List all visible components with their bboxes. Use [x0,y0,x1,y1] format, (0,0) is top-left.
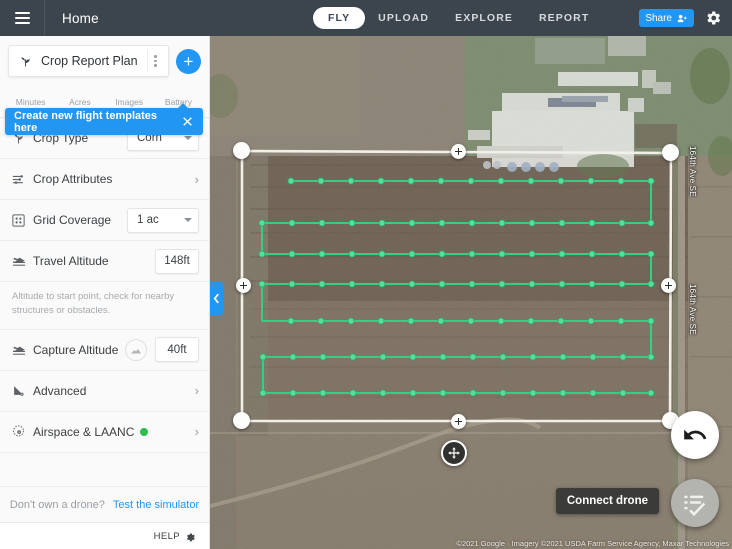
tab-report[interactable]: REPORT [526,7,602,29]
boundary-midpoint-right[interactable] [661,278,676,293]
terrain-follow-toggle[interactable] [125,338,147,361]
plan-name-text: Crop Report Plan [41,54,138,68]
undo-icon [684,429,707,440]
altitude-icon [11,342,33,358]
street-label-upper: 164th Ave SE [688,146,697,197]
travel-altitude-input[interactable]: 148ft [155,248,199,274]
row-airspace-label: Airspace & LAANC [33,425,195,439]
boundary-midpoint-left[interactable] [236,278,251,293]
chevron-right-icon: › [194,424,199,440]
chevron-right-icon: › [194,171,199,187]
sidebar-spacer [0,452,209,487]
stat-images-label: Images [115,97,144,107]
boundary-midpoint-bottom[interactable] [451,414,466,429]
boundary-vertex-top-right[interactable] [662,144,679,161]
row-travel-altitude[interactable]: Travel Altitude 148ft [0,241,209,282]
hamburger-menu-button[interactable] [4,0,40,36]
help-gear-icon [187,532,195,541]
map-canvas[interactable]: 164th Ave SE 164th Ave SE Connect drone … [210,36,732,549]
banner-text: Create new flight templates here [14,109,158,134]
checklist-check-icon [683,495,705,516]
stat-acres-label: Acres [69,97,91,107]
row-crop-attributes[interactable]: Crop Attributes › [0,159,209,200]
share-button[interactable]: Share [639,9,694,27]
hamburger-icon-bar [14,17,30,19]
flight-planner-app: 164th Ave SE 164th Ave SE Connect drone … [0,0,732,549]
simulator-question: Don't own a drone? [9,498,105,511]
help-label: HELP [153,530,180,542]
grid-coverage-select[interactable]: 1 ac [127,207,199,233]
stat-acres-value [55,83,104,97]
chevron-down-icon [184,218,192,222]
topbar-divider [44,0,45,36]
hamburger-icon-bar [14,12,30,14]
stat-images-value [105,83,154,97]
plan-name-box[interactable]: Crop Report Plan [8,45,169,77]
airspace-icon [11,424,33,439]
simulator-row: Don't own a drone? Test the simulator [0,487,209,523]
row-airspace-laanc[interactable]: Airspace & LAANC › [0,411,209,453]
sliders-icon [11,172,33,187]
hamburger-icon-bar [14,22,30,24]
chevron-left-icon [213,293,219,304]
preflight-checklist-button[interactable] [671,479,719,527]
row-advanced[interactable]: Advanced › [0,370,209,412]
flight-plan-sidebar: Crop Report Plan + Minutes Acres Images … [0,36,210,549]
boundary-midpoint-top[interactable] [451,144,466,159]
grid-coverage-value: 1 ac [137,214,159,226]
chevron-down-icon [184,136,192,140]
waypoints [258,177,655,397]
row-travel-altitude-label: Travel Altitude [33,254,109,268]
page-title: Home [62,10,99,26]
add-plan-button[interactable]: + [176,48,201,74]
row-capture-altitude[interactable]: Capture Altitude 40ft [0,329,209,371]
help-row[interactable]: HELP [0,523,209,549]
settings-gear-button[interactable] [704,9,722,27]
boundary-polygon [240,149,673,423]
boundary-vertex-bottom-left[interactable] [233,412,250,429]
altitude-icon [11,253,33,269]
stat-minutes-value [6,83,55,97]
airspace-status-dot [140,427,149,436]
row-grid-coverage[interactable]: Grid Coverage 1 ac [0,200,209,241]
simulator-link[interactable]: Test the simulator [113,499,199,511]
travel-altitude-helper-text: Altitude to start point, check for nearb… [0,282,209,330]
polygon-move-handle[interactable] [441,440,467,466]
row-capture-altitude-label: Capture Altitude [33,342,119,357]
move-arrows-icon [448,447,460,459]
boundary-vertex-top-left[interactable] [233,142,250,159]
person-add-icon [677,14,687,22]
plan-header-row: Crop Report Plan + [0,36,209,83]
create-templates-banner: Create new flight templates here [5,103,203,135]
undo-button[interactable] [671,411,719,459]
banner-close-button[interactable] [181,115,194,128]
flight-path-overlay [240,149,673,423]
tab-fly[interactable]: FLY [313,7,366,29]
plan-options-menu[interactable] [147,50,163,72]
row-crop-attributes-label: Crop Attributes [33,172,113,186]
advanced-icon [11,383,33,398]
capture-altitude-input[interactable]: 40ft [155,337,199,363]
row-advanced-label: Advanced [33,383,87,398]
crop-plant-icon [21,56,30,66]
main-nav: FLY UPLOAD EXPLORE REPORT [313,0,602,36]
terrain-follow-icon [131,348,141,354]
map-attribution: ©2021 Google · Imagery ©2021 USDA Farm S… [456,539,729,548]
tab-explore[interactable]: EXPLORE [442,7,526,29]
share-label: Share [645,12,672,24]
stat-minutes-label: Minutes [15,97,46,107]
sidebar-collapse-tab[interactable] [210,282,223,315]
grid-icon [11,213,33,228]
close-icon [183,117,192,126]
connect-drone-tooltip: Connect drone [555,488,659,514]
top-navigation-bar: Home FLY UPLOAD EXPLORE REPORT Share [0,0,732,36]
row-airspace-text: Airspace & LAANC [33,424,135,439]
chevron-right-icon: › [194,383,199,399]
row-grid-coverage-label: Grid Coverage [33,213,112,227]
street-label-lower: 164th Ave SE [688,284,697,335]
tab-upload[interactable]: UPLOAD [365,7,442,29]
stat-battery-value [154,83,203,97]
